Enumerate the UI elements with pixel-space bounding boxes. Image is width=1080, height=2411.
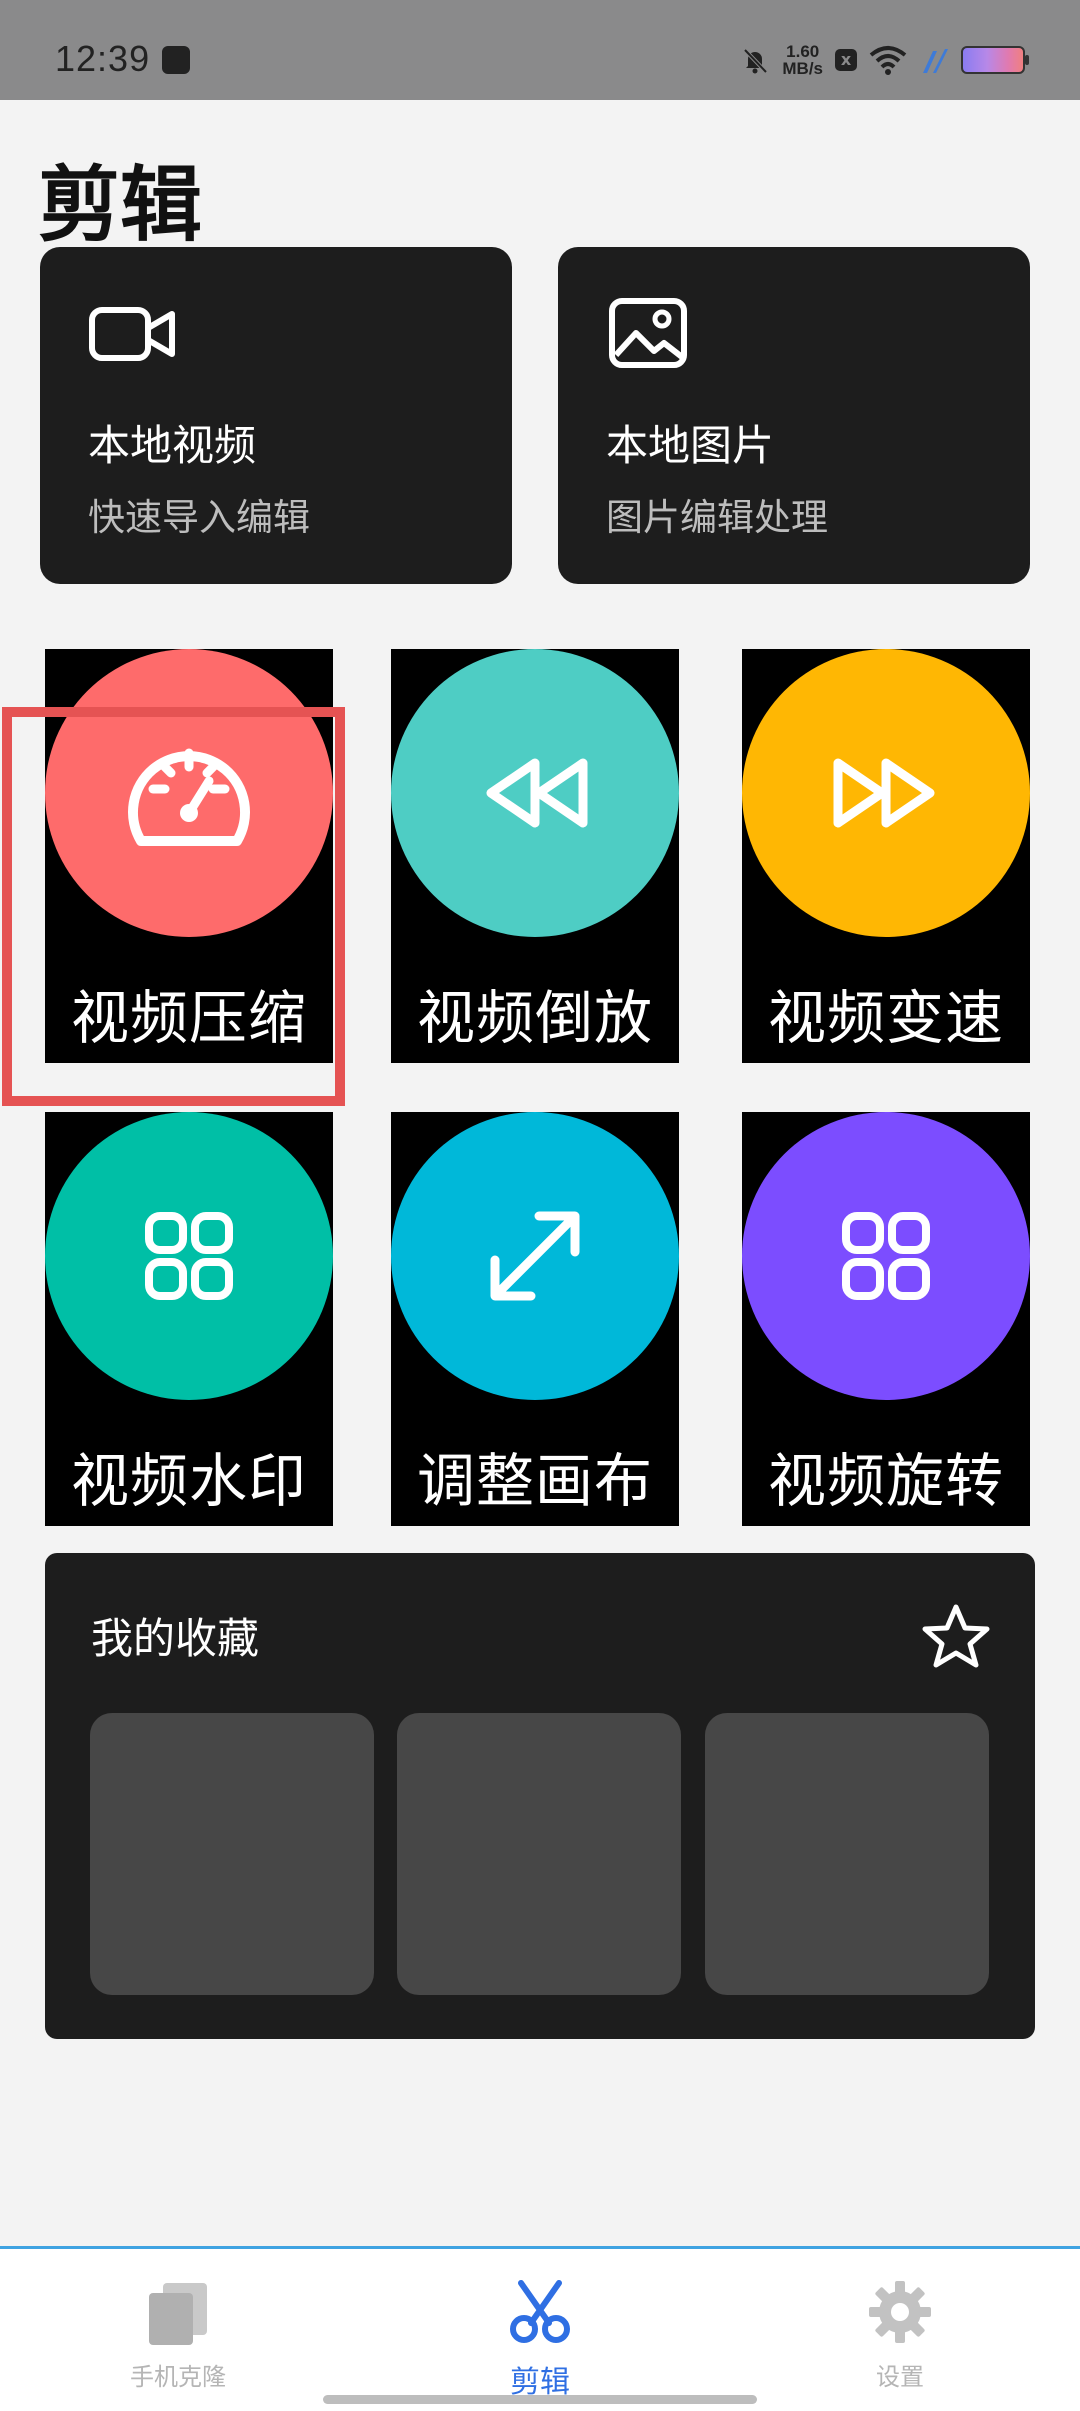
local-image-title: 本地图片 xyxy=(606,421,775,470)
signal-slash-icon xyxy=(923,49,948,73)
nav-item-settings[interactable]: 设置 xyxy=(790,2279,1010,2392)
favorite-slot[interactable] xyxy=(397,1713,681,1995)
tool-label: 视频水印 xyxy=(70,1447,307,1515)
mute-bell-icon xyxy=(743,48,768,74)
network-speed: 1.60 MB/s xyxy=(782,43,823,77)
status-bar: 12:39 1.60 MB/s x xyxy=(0,0,1080,100)
tool-circle xyxy=(742,649,1030,937)
tool-circle xyxy=(742,1112,1030,1400)
phone-clone-icon xyxy=(149,2283,207,2345)
resize-arrow-icon xyxy=(490,1211,580,1301)
local-video-title: 本地视频 xyxy=(88,421,257,470)
grid-icon xyxy=(842,1212,930,1300)
tool-circle xyxy=(391,1112,679,1400)
nav-item-edit[interactable]: 剪辑 xyxy=(430,2279,650,2401)
favorite-slot[interactable] xyxy=(705,1713,989,1995)
local-image-card[interactable]: 本地图片 图片编辑处理 xyxy=(558,247,1030,584)
favorites-title: 我的收藏 xyxy=(91,1614,260,1663)
tool-label: 视频变速 xyxy=(767,984,1004,1052)
bottom-nav: 手机克隆 剪辑 设置 xyxy=(0,2246,1080,2411)
net-speed-value: 1.60 xyxy=(786,42,820,61)
local-video-subtitle: 快速导入编辑 xyxy=(88,496,310,539)
grid-icon xyxy=(145,1212,233,1300)
sim-badge: x xyxy=(835,49,857,71)
nav-label: 手机克隆 xyxy=(130,2363,226,2391)
net-speed-unit: MB/s xyxy=(782,59,823,78)
favorites-panel: 我的收藏 xyxy=(45,1553,1035,2039)
image-icon xyxy=(609,298,687,368)
local-image-subtitle: 图片编辑处理 xyxy=(606,496,828,539)
tool-circle xyxy=(391,649,679,937)
battery-icon xyxy=(961,46,1029,74)
tool-video-rotate[interactable]: 视频旋转 xyxy=(742,1112,1030,1526)
favorite-slot[interactable] xyxy=(90,1713,374,1995)
local-video-card[interactable]: 本地视频 快速导入编辑 xyxy=(40,247,512,584)
tool-video-watermark[interactable]: 视频水印 xyxy=(45,1112,333,1526)
tool-adjust-canvas[interactable]: 调整画布 xyxy=(391,1112,679,1526)
scissors-icon xyxy=(510,2280,570,2343)
status-time: 12:39 xyxy=(55,38,151,79)
nav-label: 设置 xyxy=(876,2363,924,2391)
tool-label: 视频倒放 xyxy=(416,984,653,1052)
nav-item-phone-clone[interactable]: 手机克隆 xyxy=(68,2279,288,2392)
tool-video-reverse[interactable]: 视频倒放 xyxy=(391,649,679,1063)
fast-forward-icon xyxy=(833,758,935,828)
notification-icon xyxy=(162,46,190,74)
status-indicators: 1.60 MB/s x xyxy=(740,40,1029,80)
tool-circle xyxy=(45,1112,333,1400)
gear-icon xyxy=(869,2281,931,2343)
selection-highlight xyxy=(2,707,345,1106)
wifi-icon xyxy=(869,46,907,75)
page-title: 剪辑 xyxy=(38,158,203,253)
tool-label: 视频旋转 xyxy=(767,1447,1004,1515)
home-indicator xyxy=(323,2395,757,2404)
tool-label: 调整画布 xyxy=(416,1447,653,1515)
video-camera-icon xyxy=(89,307,175,361)
rewind-icon xyxy=(486,758,588,828)
star-outline-icon[interactable] xyxy=(921,1603,991,1669)
tool-video-speed[interactable]: 视频变速 xyxy=(742,649,1030,1063)
